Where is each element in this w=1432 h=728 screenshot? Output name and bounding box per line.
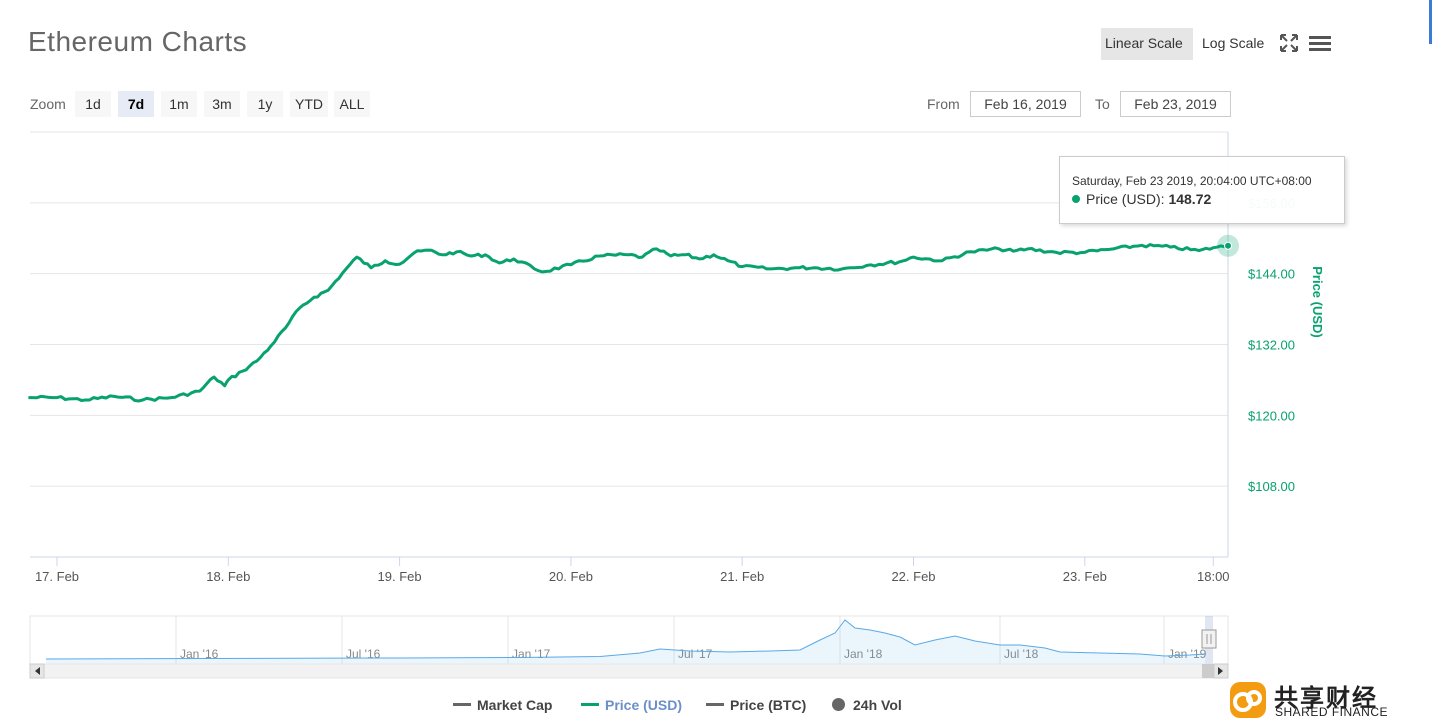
legend-line-icon bbox=[581, 703, 599, 706]
x-tick-label: 18:00 bbox=[1197, 569, 1230, 584]
legend-label: Price (BTC) bbox=[730, 697, 807, 713]
legend-price-btc[interactable]: Price (BTC) bbox=[706, 697, 806, 713]
legend-dot-icon bbox=[832, 698, 845, 711]
x-tick-label: 19. Feb bbox=[378, 569, 422, 584]
tooltip-series-name: Price (USD) bbox=[1086, 191, 1161, 207]
y-tick-label: $108.00 bbox=[1248, 479, 1295, 494]
x-tick-label: 20. Feb bbox=[549, 569, 593, 584]
shared-finance-logo: 共享财经 SHARED FINANCE bbox=[1228, 678, 1428, 724]
price-chart[interactable]: 17. Feb 18. Feb 19. Feb 20. Feb 21. Feb 22. F… bbox=[0, 0, 1432, 728]
x-tick-label: 17. Feb bbox=[35, 569, 79, 584]
price-tooltip: Saturday, Feb 23 2019, 20:04:00 UTC+08:0… bbox=[1059, 156, 1345, 224]
x-tick-label: 21. Feb bbox=[720, 569, 764, 584]
brand-logo-icon bbox=[1230, 682, 1266, 718]
x-tick-label: 22. Feb bbox=[891, 569, 935, 584]
tooltip-value-line: Price (USD): 148.72 bbox=[1072, 191, 1211, 207]
legend-line-icon bbox=[706, 703, 724, 706]
legend-line-icon bbox=[453, 703, 471, 706]
y-tick-label: $144.00 bbox=[1248, 267, 1295, 282]
scrollbar-thumb[interactable] bbox=[1202, 664, 1214, 678]
scroll-left-button[interactable] bbox=[29, 663, 45, 679]
tooltip-value: 148.72 bbox=[1168, 191, 1212, 207]
y-tick-label: $120.00 bbox=[1248, 408, 1295, 423]
navigator-handle[interactable] bbox=[1201, 629, 1217, 649]
legend-label: Price (USD) bbox=[605, 697, 683, 713]
scrollbar-track[interactable] bbox=[29, 663, 1229, 679]
hover-point[interactable] bbox=[1224, 241, 1233, 250]
tooltip-date: Saturday, Feb 23 2019, 20:04:00 UTC+08:0… bbox=[1072, 174, 1312, 188]
legend-market-cap[interactable]: Market Cap bbox=[453, 697, 552, 713]
legend-label: Market Cap bbox=[477, 697, 553, 713]
x-tick-label: 18. Feb bbox=[206, 569, 250, 584]
grid-lines bbox=[30, 131, 1228, 487]
price-usd-series-line[interactable] bbox=[28, 243, 1229, 403]
legend-price-usd[interactable]: Price (USD) bbox=[581, 697, 682, 713]
y-tick-label: $132.00 bbox=[1248, 338, 1295, 353]
x-tick-label: 23. Feb bbox=[1063, 569, 1107, 584]
brand-name-en: SHARED FINANCE bbox=[1275, 705, 1389, 719]
x-axis-ticks: 17. Feb 18. Feb 19. Feb 20. Feb 21. Feb 22. F… bbox=[35, 557, 1230, 584]
legend-24h-vol[interactable]: 24h Vol bbox=[832, 697, 902, 713]
y-axis-ticks: $108.00$120.00$132.00$144.00$156.00 bbox=[1248, 196, 1295, 494]
y-axis-title: Price (USD) bbox=[1310, 266, 1325, 338]
tooltip-series-dot bbox=[1072, 195, 1080, 203]
scroll-right-button[interactable] bbox=[1213, 663, 1229, 679]
legend-label: 24h Vol bbox=[853, 697, 902, 713]
